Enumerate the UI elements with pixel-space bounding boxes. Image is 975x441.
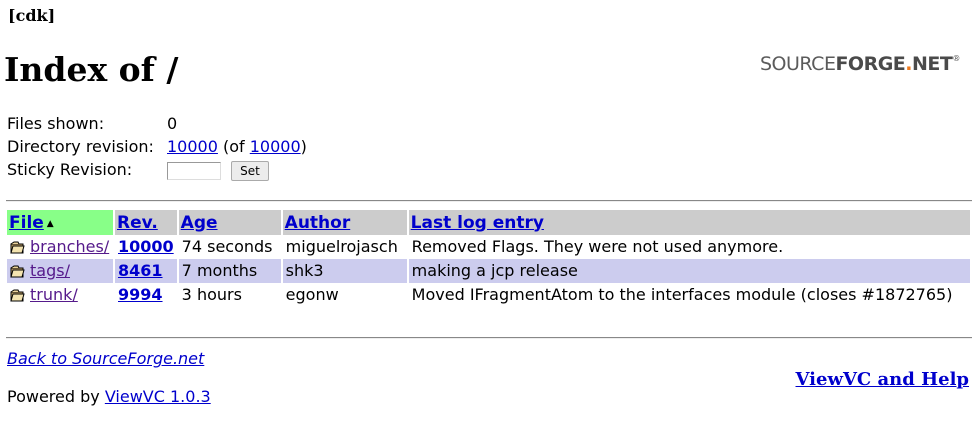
log-cell: Moved IFragmentAtom to the interfaces mo… [408, 283, 970, 307]
age-cell: 74 seconds [178, 235, 281, 259]
files-shown-label: Files shown: [7, 114, 105, 133]
rev-link[interactable]: 9994 [118, 285, 163, 304]
of-suffix: ) [300, 137, 307, 156]
logo-registered-mark: ® [952, 54, 960, 63]
directory-revision-label: Directory revision: [7, 137, 154, 156]
powered-by-label: Powered by [7, 387, 105, 406]
age-cell: 7 months [178, 259, 281, 283]
rev-link[interactable]: 8461 [118, 261, 163, 280]
log-cell: making a jcp release [408, 259, 970, 283]
files-shown-value: 0 [167, 114, 178, 133]
author-cell: shk3 [282, 259, 407, 283]
set-button[interactable]: Set [231, 160, 269, 181]
head-revision-link[interactable]: 10000 [250, 137, 301, 156]
age-cell: 3 hours [178, 283, 281, 307]
sort-ascending-icon: ▲ [46, 218, 54, 229]
column-header-author[interactable]: Author [282, 210, 407, 235]
file-link[interactable]: tags/ [30, 261, 70, 280]
folder-icon [10, 265, 25, 278]
table-row: branches/ 10000 74 seconds miguelrojasch… [7, 235, 970, 259]
log-cell: Removed Flags. They were not used anymor… [408, 235, 970, 259]
repository-name: [cdk] [8, 6, 56, 25]
file-cell: tags/ [7, 259, 113, 283]
divider-bottom [6, 337, 972, 339]
column-header-rev[interactable]: Rev. [115, 210, 177, 235]
sort-by-log-link[interactable]: Last log entry [411, 213, 544, 233]
rev-cell: 10000 [115, 235, 177, 259]
of-prefix: (of [223, 137, 250, 156]
logo-net-text: NET [912, 53, 953, 75]
logo-dot-text: . [905, 53, 913, 75]
logo-forge-text: FORGE [835, 53, 906, 75]
viewvc-version-link[interactable]: ViewVC 1.0.3 [105, 387, 211, 406]
file-listing-table: File ▲ Rev. Age Author Last log entry bra… [5, 210, 972, 307]
sort-by-author-link[interactable]: Author [285, 213, 351, 233]
directory-info: Files shown: 0 Directory revision: 10000… [7, 112, 307, 181]
back-to-sourceforge-link[interactable]: Back to SourceForge.net [7, 349, 204, 368]
rev-link[interactable]: 10000 [118, 237, 174, 256]
rev-cell: 8461 [115, 259, 177, 283]
table-row: tags/ 8461 7 months shk3 making a jcp re… [7, 259, 970, 283]
folder-icon [10, 241, 25, 254]
sticky-revision-label: Sticky Revision: [7, 160, 133, 179]
file-cell: branches/ [7, 235, 113, 259]
column-header-age[interactable]: Age [178, 210, 281, 235]
folder-icon [10, 289, 25, 302]
viewvc-help-link[interactable]: ViewVC and Help [796, 369, 969, 390]
logo-source-text: SOURCE [760, 53, 836, 75]
powered-by: Powered by ViewVC 1.0.3 [7, 387, 211, 406]
table-row: trunk/ 9994 3 hours egonw Moved IFragmen… [7, 283, 970, 307]
page-title: Index of / [4, 50, 179, 89]
column-header-file[interactable]: File ▲ [7, 210, 113, 235]
file-cell: trunk/ [7, 283, 113, 307]
sourceforge-logo[interactable]: SOURCEFORGE.NET® [760, 53, 960, 75]
file-link[interactable]: branches/ [30, 237, 109, 256]
sort-by-age-link[interactable]: Age [181, 213, 218, 233]
rev-cell: 9994 [115, 283, 177, 307]
sticky-revision-cell: Set [167, 158, 307, 181]
column-header-log[interactable]: Last log entry [408, 210, 970, 235]
divider-top [6, 200, 972, 202]
author-cell: miguelrojasch [282, 235, 407, 259]
directory-revision-cell: 10000 (of 10000) [167, 135, 307, 158]
sort-by-file-link[interactable]: File [9, 213, 44, 233]
sticky-revision-input[interactable] [167, 161, 221, 180]
sort-by-rev-link[interactable]: Rev. [117, 213, 158, 233]
table-header-row: File ▲ Rev. Age Author Last log entry [7, 210, 970, 235]
file-link[interactable]: trunk/ [30, 285, 78, 304]
author-cell: egonw [282, 283, 407, 307]
directory-revision-link[interactable]: 10000 [167, 137, 218, 156]
